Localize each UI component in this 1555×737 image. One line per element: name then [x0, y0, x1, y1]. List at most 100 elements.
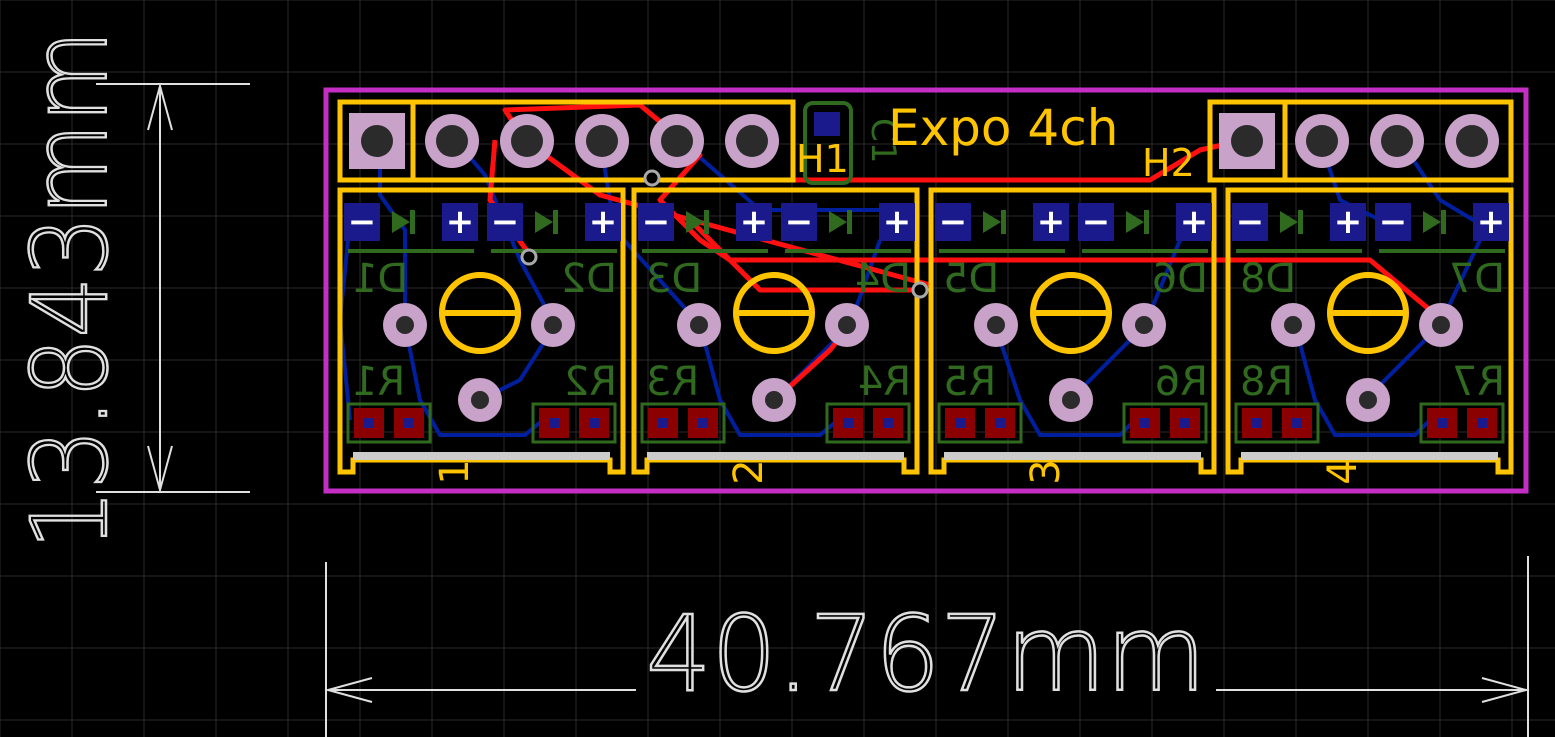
header-h1-label: H1 — [796, 137, 849, 181]
trimmer-pad-hole — [690, 316, 708, 334]
channel-frame-bottom-bar — [944, 452, 1201, 460]
channel-number-label: 3 — [1023, 459, 1069, 484]
diode-icon — [829, 210, 852, 234]
smd-resistor[interactable] — [531, 402, 617, 444]
diode-minus-symbol: − — [1082, 202, 1111, 242]
smd-resistor-via-mark — [698, 418, 708, 428]
diode-label: D6 — [1152, 256, 1208, 302]
smd-resistor[interactable] — [1234, 402, 1320, 444]
smd-resistor-via-mark — [549, 418, 559, 428]
diode-plus-symbol: + — [1037, 202, 1066, 242]
smd-resistor-via-mark — [589, 418, 599, 428]
channel-module-1[interactable]: − + − +D1 D2R1 R21 — [337, 187, 626, 485]
diode-plus-symbol: + — [1477, 202, 1506, 242]
trimmer-pad-hole — [471, 391, 489, 409]
trimmer-pad-hole — [396, 316, 414, 334]
smd-resistor-via-mark — [1140, 418, 1150, 428]
trimmer-pad-hole — [544, 316, 562, 334]
diode-bar — [847, 210, 852, 234]
smd-resistor-via-mark — [955, 418, 965, 428]
trimmer-pad-hole — [838, 316, 856, 334]
diode-plus-symbol: + — [1334, 202, 1363, 242]
header-h2-label: H2 — [1142, 141, 1195, 185]
diode-label: D1 — [352, 256, 408, 302]
diode-minus-symbol: − — [785, 202, 814, 242]
diode-bar — [410, 210, 415, 234]
channel-frame-bottom-bar — [647, 452, 904, 460]
diode-bar — [704, 210, 709, 234]
board-title: Expo 4ch — [888, 99, 1118, 157]
header-pin-hole — [1456, 125, 1488, 157]
resistor-label: R3 — [646, 359, 699, 405]
diode-icon — [1280, 210, 1303, 234]
trimmer-pad-hole — [765, 391, 783, 409]
diode-minus-symbol: − — [1236, 202, 1265, 242]
diode-plus-symbol: + — [740, 202, 769, 242]
diode-bar — [1001, 210, 1006, 234]
diode-minus-symbol: − — [1379, 202, 1408, 242]
smd-resistor-via-mark — [883, 418, 893, 428]
header-pin-hole — [736, 125, 768, 157]
diode-triangle — [392, 211, 410, 233]
header-pin-hole — [1306, 125, 1338, 157]
channel-module-2[interactable]: − + − +D3 D4R3 R42 — [631, 187, 920, 485]
diode-bar — [553, 210, 558, 234]
diode-plus-symbol: + — [589, 202, 618, 242]
resistor-label: R5 — [943, 359, 996, 405]
diode-plus-symbol: + — [883, 202, 912, 242]
dimension-width-label: 40.767mm — [646, 593, 1206, 715]
channel-module-4[interactable]: − + − +D8 D7R8 R74 — [1225, 187, 1514, 485]
header-h2[interactable] — [1207, 99, 1514, 183]
smd-resistor[interactable] — [937, 402, 1023, 444]
diode-icon — [535, 210, 558, 234]
header-pin-hole — [586, 125, 618, 157]
diode-label: D8 — [1240, 256, 1296, 302]
smd-resistor[interactable] — [640, 402, 726, 444]
channel-modules: − + − +D1 D2R1 R21− + − +D3 D4R3 R42− + − +D5 D6R5 R63−… — [337, 187, 1514, 485]
smd-resistor[interactable] — [825, 402, 911, 444]
header-pin-hole — [436, 125, 468, 157]
capacitor-c1-pad — [814, 112, 840, 136]
resistor-label: R1 — [352, 359, 405, 405]
diode-label: D5 — [943, 256, 999, 302]
diode-plus-symbol: + — [446, 202, 475, 242]
diode-label: D4 — [855, 256, 911, 302]
diode-bar — [1144, 210, 1149, 234]
smd-resistor-via-mark — [843, 418, 853, 428]
diode-triangle — [1423, 211, 1441, 233]
diode-label: D2 — [561, 256, 617, 302]
smd-resistor[interactable] — [346, 402, 432, 444]
smd-resistor-via-mark — [404, 418, 414, 428]
trimmer-potentiometer-icon[interactable] — [383, 272, 575, 422]
diode-icon — [983, 210, 1006, 234]
resistor-label: R7 — [1452, 359, 1505, 405]
header-pin-hole — [1231, 125, 1263, 157]
smd-resistor[interactable] — [1122, 402, 1208, 444]
smd-resistor-via-mark — [995, 418, 1005, 428]
smd-resistor[interactable] — [1419, 402, 1505, 444]
smd-resistor-via-mark — [1292, 418, 1302, 428]
diode-triangle — [1280, 211, 1298, 233]
smd-resistor-via-mark — [658, 418, 668, 428]
header-pin-hole — [1381, 125, 1413, 157]
dimension-height-label: 13.843mm — [9, 30, 131, 550]
smd-resistor-via-mark — [1437, 418, 1447, 428]
header-h2-pins — [1219, 113, 1499, 169]
diode-minus-symbol: − — [348, 202, 377, 242]
trimmer-pad-hole — [1359, 391, 1377, 409]
trimmer-pad-hole — [1432, 316, 1450, 334]
smd-resistor-via-mark — [364, 418, 374, 428]
channel-frame-bottom-bar — [1241, 452, 1498, 460]
diode-plus-symbol: + — [1180, 202, 1209, 242]
resistor-label: R2 — [564, 359, 617, 405]
resistor-label: R4 — [858, 359, 911, 405]
trimmer-pad-hole — [987, 316, 1005, 334]
header-pin-hole — [511, 125, 543, 157]
channel-module-3[interactable]: − + − +D5 D6R5 R63 — [928, 187, 1217, 485]
channel-number-label: 4 — [1320, 459, 1366, 484]
via — [911, 281, 929, 299]
pcb-layout-view[interactable]: − + − +D1 D2R1 R21− + − +D3 D4R3 R42− + − +D5 D6R5 R63−… — [0, 0, 1555, 737]
trimmer-pad-hole — [1062, 391, 1080, 409]
smd-resistor-via-mark — [1180, 418, 1190, 428]
diode-triangle — [983, 211, 1001, 233]
